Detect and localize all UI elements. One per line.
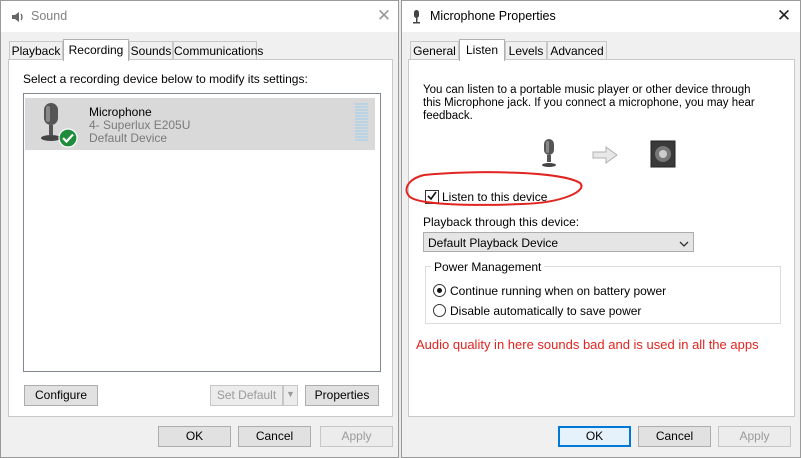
close-icon[interactable]: ✕ [370, 5, 398, 27]
close-icon[interactable]: ✕ [770, 5, 798, 27]
device-name: Microphone [89, 105, 152, 119]
microphone-icon [541, 139, 557, 172]
red-annotation-circle [405, 171, 583, 206]
listen-description: You can listen to a portable music playe… [423, 84, 755, 123]
chevron-down-icon [679, 237, 689, 251]
radio-disable-automatically[interactable] [433, 304, 446, 317]
microphone-small-icon [410, 10, 424, 24]
cancel-button[interactable]: Cancel [638, 426, 711, 447]
radio-continue-running[interactable] [433, 284, 446, 297]
ok-button[interactable]: OK [558, 426, 631, 447]
red-annotation-text: Audio quality in here sounds bad and is … [416, 337, 759, 352]
arrow-right-icon [592, 146, 618, 167]
playback-select-value: Default Playback Device [428, 236, 559, 250]
speaker-icon [11, 10, 25, 24]
tab-listen[interactable]: Listen [459, 39, 505, 61]
tab-advanced[interactable]: Advanced [547, 41, 607, 60]
device-status: Default Device [89, 131, 168, 145]
sound-titlebar: Sound ✕ [1, 1, 398, 32]
sound-dialog: Sound ✕ Playback Recording Sounds Commun… [0, 0, 399, 458]
playback-device-select[interactable]: Default Playback Device [423, 232, 694, 252]
radio-continue-running-label[interactable]: Continue running when on battery power [450, 284, 666, 298]
chevron-down-icon: ▼ [286, 389, 295, 399]
device-row-microphone[interactable]: Microphone 4- Superlux E205U Default Dev… [25, 98, 375, 150]
speaker-device-icon [650, 140, 676, 171]
configure-button[interactable]: Configure [24, 385, 98, 406]
radio-disable-automatically-label[interactable]: Disable automatically to save power [450, 304, 641, 318]
description-line: You can listen to a portable music playe… [423, 84, 751, 96]
playback-label: Playback through this device: [423, 215, 580, 229]
properties-button[interactable]: Properties [305, 385, 379, 406]
tab-sounds[interactable]: Sounds [129, 41, 173, 60]
description-line: this Microphone jack. If you connect a m… [423, 97, 755, 109]
microphone-properties-dialog: Microphone Properties ✕ General Listen L… [401, 0, 801, 458]
apply-button[interactable]: Apply [320, 426, 393, 447]
mic-title: Microphone Properties [430, 9, 556, 23]
tab-playback[interactable]: Playback [9, 41, 63, 60]
sound-title: Sound [31, 9, 68, 23]
mic-titlebar: Microphone Properties ✕ [402, 1, 800, 32]
cancel-button[interactable]: Cancel [238, 426, 311, 447]
apply-button[interactable]: Apply [718, 426, 791, 447]
tab-communications[interactable]: Communications [173, 41, 263, 60]
default-check-icon [58, 128, 78, 151]
listen-panel: You can listen to a portable music playe… [408, 59, 795, 417]
power-management-group: Power Management Continue running when o… [425, 260, 781, 324]
instruction-text: Select a recording device below to modif… [23, 72, 308, 86]
set-default-dropdown[interactable]: ▼ [283, 385, 298, 406]
power-group-title: Power Management [431, 260, 545, 274]
device-detail: 4- Superlux E205U [89, 118, 191, 132]
tab-recording[interactable]: Recording [63, 39, 129, 61]
tab-general[interactable]: General [410, 41, 459, 60]
description-line: feedback. [423, 110, 473, 122]
ok-button[interactable]: OK [158, 426, 231, 447]
set-default-button[interactable]: Set Default [210, 385, 283, 406]
tab-levels[interactable]: Levels [505, 41, 547, 60]
